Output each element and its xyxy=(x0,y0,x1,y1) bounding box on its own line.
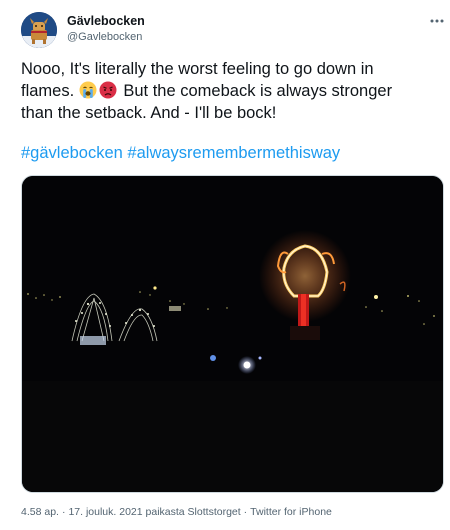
meta-separator: · xyxy=(61,506,66,518)
tweet-date[interactable]: 17. jouluk. 2021 xyxy=(68,506,142,518)
hashtag-alwaysremembermethisway[interactable]: #alwaysremembermethisway xyxy=(127,144,340,162)
more-options-button[interactable] xyxy=(428,13,446,29)
goat-avatar-icon xyxy=(21,12,57,48)
hashtags: #gävlebocken #alwaysremembermethisway xyxy=(21,144,340,163)
loudly-crying-face-emoji xyxy=(79,81,97,99)
tweet-location[interactable]: paikasta Slottstorget xyxy=(146,506,241,518)
tweet-text-line-3: than the setback. And - I'll be bock! xyxy=(21,104,277,122)
tweet-source[interactable]: Twitter for iPhone xyxy=(250,506,332,518)
tweet-photo[interactable] xyxy=(21,175,444,493)
tweet-text-line-2-start: flames. xyxy=(21,82,75,100)
display-name[interactable]: Gävlebocken xyxy=(67,14,145,28)
night-photo-of-burning-goat xyxy=(22,176,443,492)
tweet-text-line-2-end: But the comeback is always stronger xyxy=(118,82,393,100)
pouting-face-emoji xyxy=(99,81,117,99)
tweet-time[interactable]: 4.58 ap. xyxy=(21,506,59,518)
more-horizontal-icon xyxy=(430,19,444,23)
tweet: Gävlebocken @Gavlebocken Nooo, It's lite… xyxy=(0,0,450,530)
tweet-text-line-2: flames. But the comeback is always stron… xyxy=(21,80,441,102)
tweet-text-line-1: Nooo, It's literally the worst feeling t… xyxy=(21,60,374,78)
hashtag-gavlebocken[interactable]: #gävlebocken xyxy=(21,144,123,162)
avatar[interactable] xyxy=(21,12,57,48)
tweet-metadata: 4.58 ap. · 17. jouluk. 2021 paikasta Slott… xyxy=(21,506,332,518)
tweet-text: Nooo, It's literally the worst feeling t… xyxy=(21,58,441,124)
user-handle[interactable]: @Gavlebocken xyxy=(67,31,142,43)
meta-separator: · xyxy=(243,506,248,518)
